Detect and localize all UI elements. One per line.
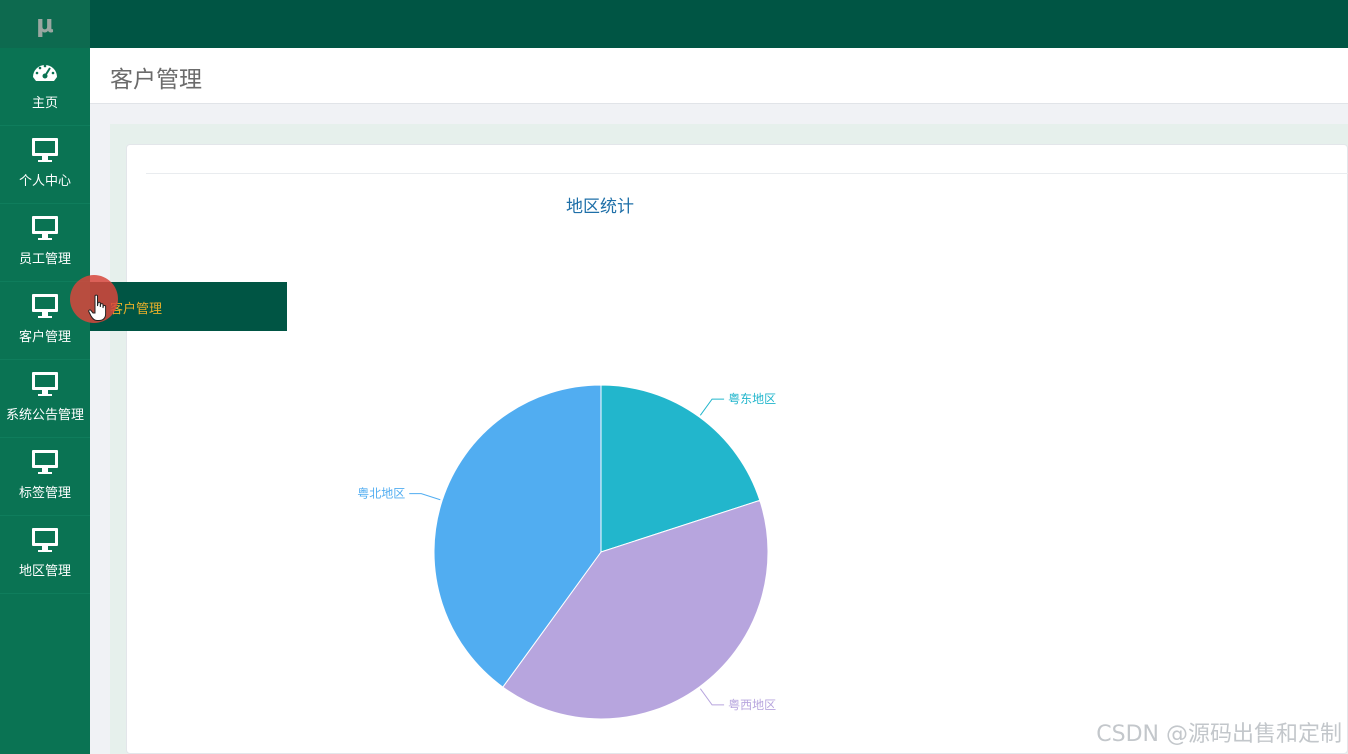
sidebar-item-label: 地区管理 <box>18 564 71 579</box>
monitor-icon <box>32 294 58 318</box>
monitor-icon <box>32 450 58 474</box>
logo-text: μ <box>36 10 54 38</box>
sidebar: μ 主页 个人中心 员工管理 客户管理 系统公告管理 标签管理 地区管理 <box>0 0 90 754</box>
monitor-icon <box>32 216 58 240</box>
page-header: 客户管理 <box>90 48 1348 104</box>
submenu-popover: 客户管理 <box>90 282 287 331</box>
sidebar-item-label: 客户管理 <box>18 330 71 345</box>
monitor-icon <box>32 372 58 396</box>
sidebar-item-home[interactable]: 主页 <box>0 48 90 126</box>
sidebar-item-tags[interactable]: 标签管理 <box>0 438 90 516</box>
sidebar-item-regions[interactable]: 地区管理 <box>0 516 90 594</box>
chart-card <box>126 144 1348 754</box>
app-logo[interactable]: μ <box>0 0 90 48</box>
sidebar-item-label: 系统公告管理 <box>5 408 84 423</box>
sidebar-item-announcements[interactable]: 系统公告管理 <box>0 360 90 438</box>
sidebar-item-profile[interactable]: 个人中心 <box>0 126 90 204</box>
dashboard-icon <box>33 64 57 81</box>
sidebar-item-label: 主页 <box>31 96 58 111</box>
sidebar-item-label: 个人中心 <box>18 174 71 189</box>
chart-title: 地区统计 <box>566 197 634 217</box>
monitor-icon <box>32 528 58 552</box>
page-title: 客户管理 <box>110 67 202 93</box>
card-divider <box>146 173 1348 174</box>
sidebar-item-employees[interactable]: 员工管理 <box>0 204 90 282</box>
watermark: CSDN @源码出售和定制 <box>1096 722 1342 747</box>
sidebar-item-label: 标签管理 <box>18 486 71 501</box>
top-bar <box>0 0 1348 48</box>
sidebar-item-label: 员工管理 <box>18 252 71 267</box>
hand-cursor-icon <box>88 294 107 321</box>
monitor-icon <box>32 138 58 162</box>
